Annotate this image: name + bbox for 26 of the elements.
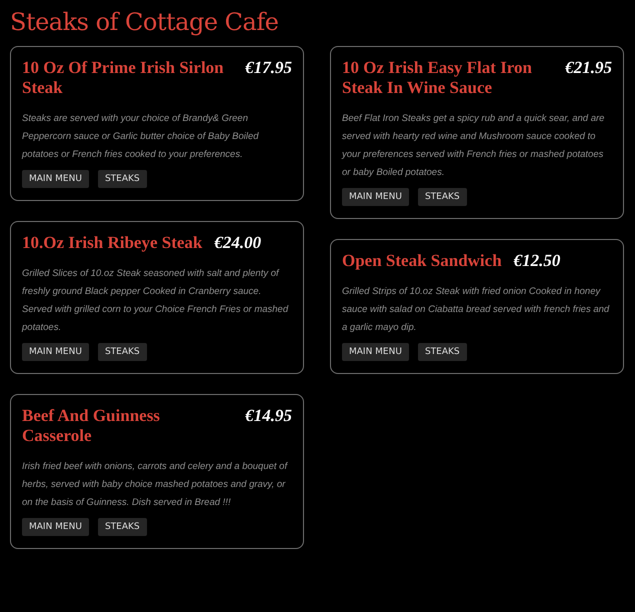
dish-name: 10 Oz Of Prime Irish Sirlon Steak — [22, 58, 225, 98]
dish-name: 10 Oz Irish Easy Flat Iron Steak In Wine Sauce — [342, 58, 534, 98]
dish-name: Open Steak Sandwich — [342, 251, 502, 271]
category-tag[interactable]: STEAKS — [98, 170, 147, 188]
dish-price: €12.50 — [514, 251, 560, 271]
page-title: Steaks of Cottage Cafe — [10, 8, 278, 36]
category-tag[interactable]: STEAKS — [98, 518, 147, 536]
dish-description: Irish fried beef with onions, carrots and celery and a bouquet of herbs, served with baby choice mashed potatoes and gravy, or on the basis of Guinness. Dish served in Bread !!! — [22, 460, 289, 510]
dish-description: Grilled Strips of 10.oz Steak with fried onion Cooked in honey sauce with salad on Ciabatta bread served with french fries and a garlic mayo dip. — [342, 285, 610, 335]
dish-price: €24.00 — [214, 233, 262, 253]
dish-name: Beef And Guinness Casserole — [22, 406, 161, 446]
category-tag[interactable]: STEAKS — [98, 343, 147, 361]
dish-price: €17.95 — [245, 58, 292, 78]
dish-description: Beef Flat Iron Steaks get a spicy rub and a quick sear, and are served with hearty red wine and Mushroom sauce cooked to your preferences served with French fries or mashed potatoes or baby Boiled potatoes. — [342, 112, 606, 180]
category-tag[interactable]: MAIN MENU — [22, 170, 89, 188]
category-tag[interactable]: MAIN MENU — [342, 343, 409, 361]
category-tag[interactable]: MAIN MENU — [342, 188, 409, 206]
category-tag[interactable]: STEAKS — [418, 343, 467, 361]
dish-price: €21.95 — [565, 58, 612, 78]
dish-description: Grilled Slices of 10.oz Steak seasoned with salt and plenty of freshly ground Black pepper Cooked in Cranberry sauce. Served with grilled corn to your Choice French Fries or mashed potatoes. — [22, 267, 290, 335]
category-tag[interactable]: STEAKS — [418, 188, 467, 206]
dish-name: 10.Oz Irish Ribeye Steak — [22, 233, 202, 253]
dish-price: €14.95 — [245, 406, 292, 426]
category-tag[interactable]: MAIN MENU — [22, 518, 89, 536]
dish-description: Steaks are served with your choice of Brandy& Green Peppercorn sauce or Garlic butter choice of Baby Boiled potatoes or French fries cooked to your preferences. — [22, 112, 260, 162]
category-tag[interactable]: MAIN MENU — [22, 343, 89, 361]
